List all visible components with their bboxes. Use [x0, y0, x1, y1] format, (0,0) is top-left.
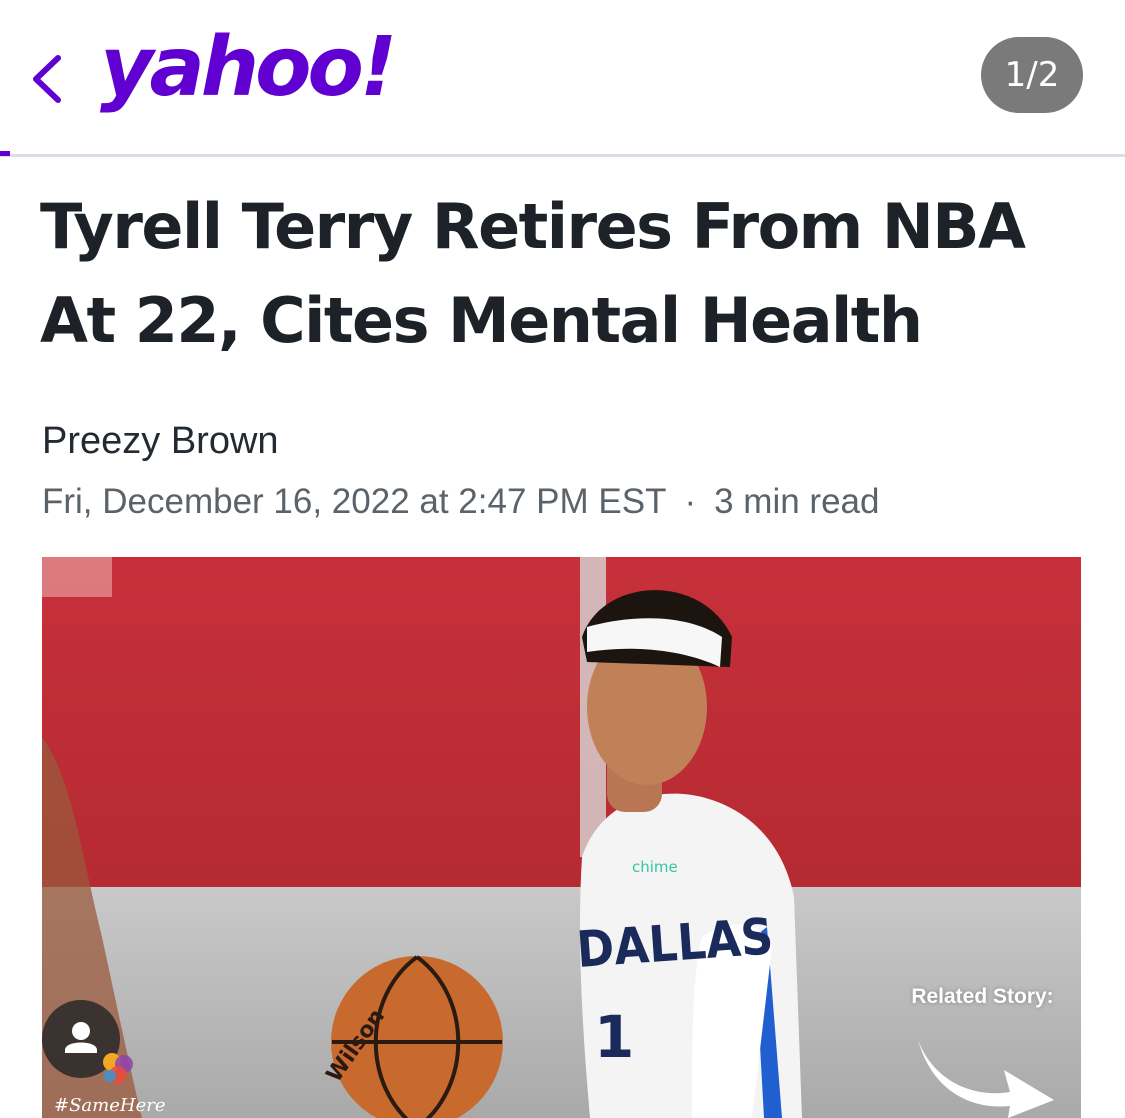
- yahoo-logo[interactable]: yahoo!: [100, 18, 397, 118]
- header-divider: [0, 154, 1125, 157]
- related-story-label[interactable]: Related Story:: [910, 982, 1055, 1011]
- same-here-logo: [103, 1053, 133, 1084]
- app-header: yahoo! 1/2: [0, 0, 1125, 158]
- article-meta: Fri, December 16, 2022 at 2:47 PM EST · 3 …: [42, 482, 879, 522]
- headline-line-1: Tyrell Terry Retires From NBA: [40, 190, 1026, 263]
- read-time: 3 min read: [714, 482, 880, 521]
- sponsor-text: chime: [632, 858, 678, 876]
- meta-separator: ·: [684, 482, 697, 521]
- page-indicator: 1/2: [981, 37, 1083, 113]
- publish-date: Fri, December 16, 2022 at 2:47 PM EST: [42, 482, 667, 521]
- headline-line-2: At 22, Cites Mental Health: [40, 284, 923, 357]
- jersey-number: 1: [594, 1003, 634, 1071]
- same-here-tag: #SameHere: [54, 1095, 166, 1116]
- arrow-right-icon[interactable]: [912, 1030, 1057, 1118]
- back-button[interactable]: [26, 48, 70, 110]
- chevron-left-icon: [33, 55, 61, 103]
- progress-marker: [0, 151, 10, 156]
- author-name[interactable]: Preezy Brown: [42, 420, 279, 463]
- article-headline: Tyrell Terry Retires From NBA At 22, Cit…: [40, 180, 1100, 368]
